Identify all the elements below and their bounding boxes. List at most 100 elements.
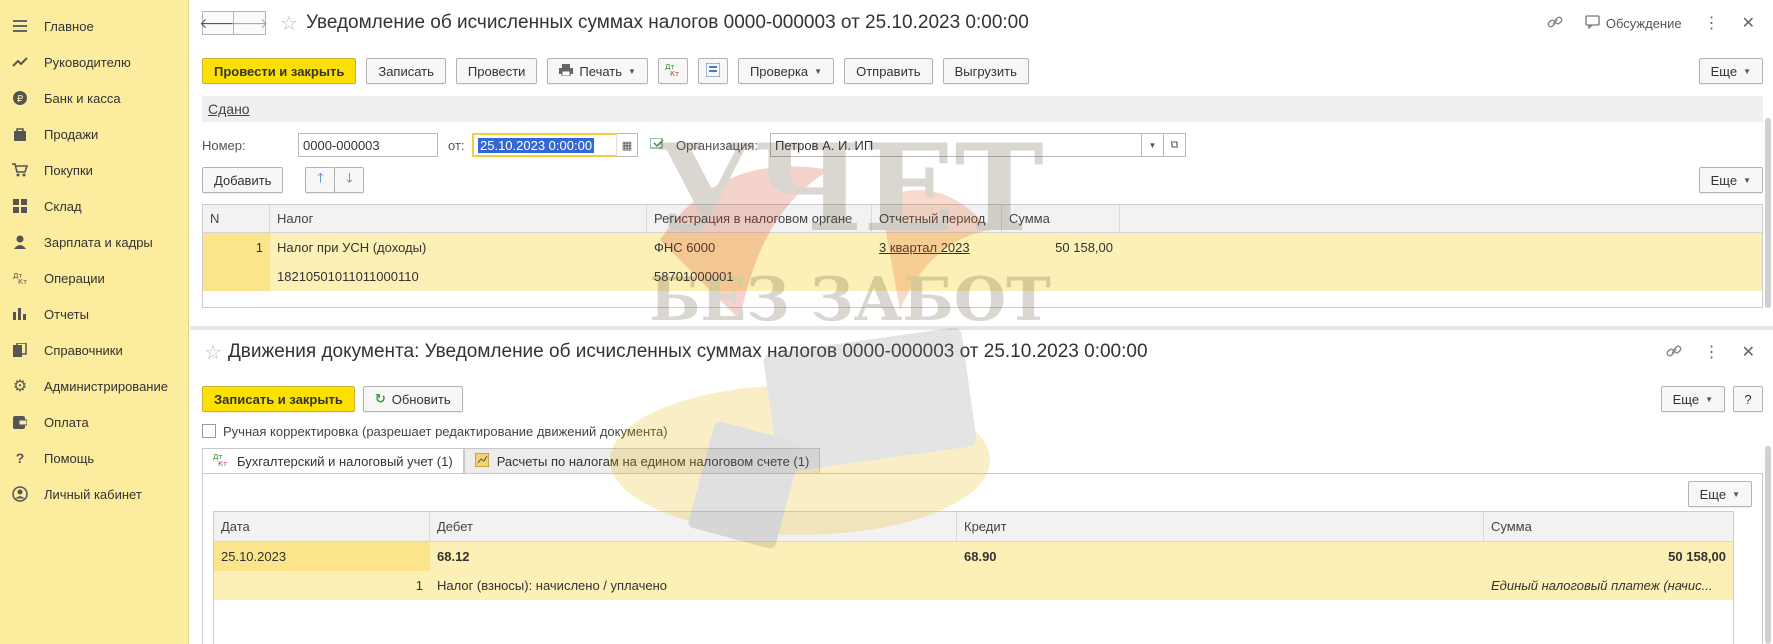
sidebar-item-bank[interactable]: ₽ Банк и касса [0,80,188,116]
period-cell[interactable]: 3 квартал 2023 [872,233,1002,262]
structure-icon [705,62,721,80]
discussion-button[interactable]: Обсуждение [1585,14,1682,32]
save-and-close-button[interactable]: Записать и закрыть [202,386,355,412]
refresh-button[interactable]: ↻ Обновить [362,386,463,412]
sidebar-item-account[interactable]: Личный кабинет [0,476,188,512]
favorite-star-icon[interactable]: ☆ [204,340,222,365]
movements-more-button[interactable]: Еще ▼ [1660,386,1725,412]
credit-subconto-cell[interactable] [957,571,1484,600]
oktmo-cell[interactable]: 58701000001 [647,262,872,291]
sidebar-item-manager[interactable]: Руководителю [0,44,188,80]
column-header[interactable]: Регистрация в налоговом органе [647,205,872,232]
check-button[interactable]: Проверка ▼ [737,58,835,84]
tab-ens-settlements[interactable]: Расчеты по налогам на едином налоговом с… [463,448,821,474]
menu-icon [12,18,28,34]
date-label: от: [448,137,465,153]
column-header[interactable]: N [203,205,270,232]
number-field[interactable]: 0000-000003 [298,133,438,157]
amount-cell[interactable]: 50 158,00 [1484,542,1733,571]
debit-subconto-cell[interactable]: Налог (взносы): начислено / уплачено [430,571,957,600]
column-header[interactable]: Сумма [1002,205,1120,232]
calendar-button[interactable]: ▦ [616,133,638,157]
amount-cell[interactable]: 50 158,00 [1002,233,1120,262]
scrollbar[interactable] [1765,118,1771,308]
table-row[interactable]: 25.10.2023 68.12 68.90 50 158,00 [214,542,1733,571]
recalc-icon[interactable] [649,137,664,153]
column-header[interactable]: Сумма [1484,512,1733,541]
more-vertical-icon[interactable]: ⋮ [1704,342,1720,362]
column-header[interactable]: Дебет [430,512,957,541]
registration-cell[interactable]: ФНС 6000 [647,233,872,262]
post-button[interactable]: Провести [455,58,538,84]
sidebar-item-reports[interactable]: Отчеты [0,296,188,332]
export-button[interactable]: Выгрузить [942,58,1029,84]
link-icon[interactable] [1666,343,1682,362]
move-up-button[interactable]: 🡑 [305,167,336,193]
splitter[interactable] [190,326,1773,330]
table-row[interactable]: 1 Налог при УСН (доходы) ФНС 6000 3 квар… [203,233,1762,262]
table-row-sub[interactable]: 1 Налог (взносы): начислено / уплачено Е… [214,571,1733,600]
link-icon[interactable] [1547,14,1563,33]
print-button[interactable]: Печать ▼ [547,58,648,84]
sidebar-item-purchases[interactable]: Покупки [0,152,188,188]
content-cell[interactable]: Единый налоговый платеж (начис... [1484,571,1733,600]
sidebar-item-label: Зарплата и кадры [44,234,153,250]
kbk-cell[interactable]: 18210501011011000110 [270,262,647,291]
more-vertical-icon[interactable]: ⋮ [1704,13,1720,33]
sidebar-item-label: Отчеты [44,306,89,322]
tax-cell[interactable]: Налог при УСН (доходы) [270,233,647,262]
forward-button[interactable]: 🡒 [230,11,269,35]
more-button[interactable]: Еще ▼ [1698,58,1763,84]
sidebar-item-main[interactable]: Главное [0,8,188,44]
organization-dropdown-button[interactable]: ▼ [1142,133,1164,157]
tab-accounting[interactable]: Дт Кт Бухгалтерский и налоговый учет (1) [202,448,464,474]
dt-kt-button[interactable]: Дт Кт [657,58,688,84]
credit-cell[interactable]: 68.90 [957,542,1484,571]
close-icon[interactable]: ✕ [1742,342,1755,362]
table-row-sub[interactable]: 18210501011011000110 58701000001 [203,262,1762,291]
sidebar-item-admin[interactable]: ⚙ Администрирование [0,368,188,404]
structure-button[interactable] [697,58,728,84]
calendar-icon: ▦ [621,139,633,152]
send-button[interactable]: Отправить [844,58,933,84]
back-button[interactable]: 🡐 [199,11,237,35]
column-header[interactable]: Налог [270,205,647,232]
column-header[interactable]: Кредит [957,512,1484,541]
save-button[interactable]: Записать [366,58,446,84]
organization-field[interactable]: Петров А. И. ИП [770,133,1142,157]
sidebar-item-operations[interactable]: Дт Кт Операции [0,260,188,296]
panel-more-button[interactable]: Еще ▼ [1687,481,1752,507]
debit-cell[interactable]: 68.12 [430,542,957,571]
question-icon: ? [15,450,25,466]
dt-kt-icon: Дт Кт [12,270,28,286]
date-field[interactable]: 25.10.2023 0:00:00 [472,133,638,157]
manual-correction[interactable]: Ручная корректировка (разрешает редактир… [202,422,668,440]
manual-correction-checkbox[interactable] [202,424,216,438]
sidebar-item-label: Банк и касса [44,90,121,106]
movements-title-bar: ☆ Движения документа: Уведомление об исч… [190,337,1148,367]
wallet-icon [12,414,28,430]
organization-open-button[interactable]: ⧉ [1164,133,1186,157]
sidebar-item-warehouse[interactable]: Склад [0,188,188,224]
sidebar-item-salary[interactable]: Зарплата и кадры [0,224,188,260]
scrollbar[interactable] [1765,446,1771,644]
column-header[interactable]: Дата [214,512,430,541]
movements-table: Дата Дебет Кредит Сумма 25.10.2023 68.12… [213,511,1734,644]
favorite-star-icon[interactable]: ☆ [280,11,298,36]
sidebar-item-label: Оплата [44,414,89,430]
sidebar-item-help[interactable]: ? Помощь [0,440,188,476]
sidebar-item-payment[interactable]: Оплата [0,404,188,440]
close-icon[interactable]: ✕ [1742,13,1755,33]
sidebar-item-sales[interactable]: Продажи [0,116,188,152]
sidebar-item-directories[interactable]: Справочники [0,332,188,368]
column-header[interactable]: Отчетный период [872,205,1002,232]
refresh-icon: ↻ [374,391,386,406]
move-down-button[interactable]: 🡓 [334,167,365,193]
status-link[interactable]: Сдано [208,101,250,117]
table-more-button[interactable]: Еще ▼ [1698,167,1763,193]
date-cell[interactable]: 25.10.2023 [214,542,430,571]
add-button[interactable]: Добавить [202,167,284,193]
help-button[interactable]: ? [1733,386,1763,412]
post-and-close-button[interactable]: Провести и закрыть [202,58,357,84]
arrow-right-icon: 🡒 [230,14,269,31]
